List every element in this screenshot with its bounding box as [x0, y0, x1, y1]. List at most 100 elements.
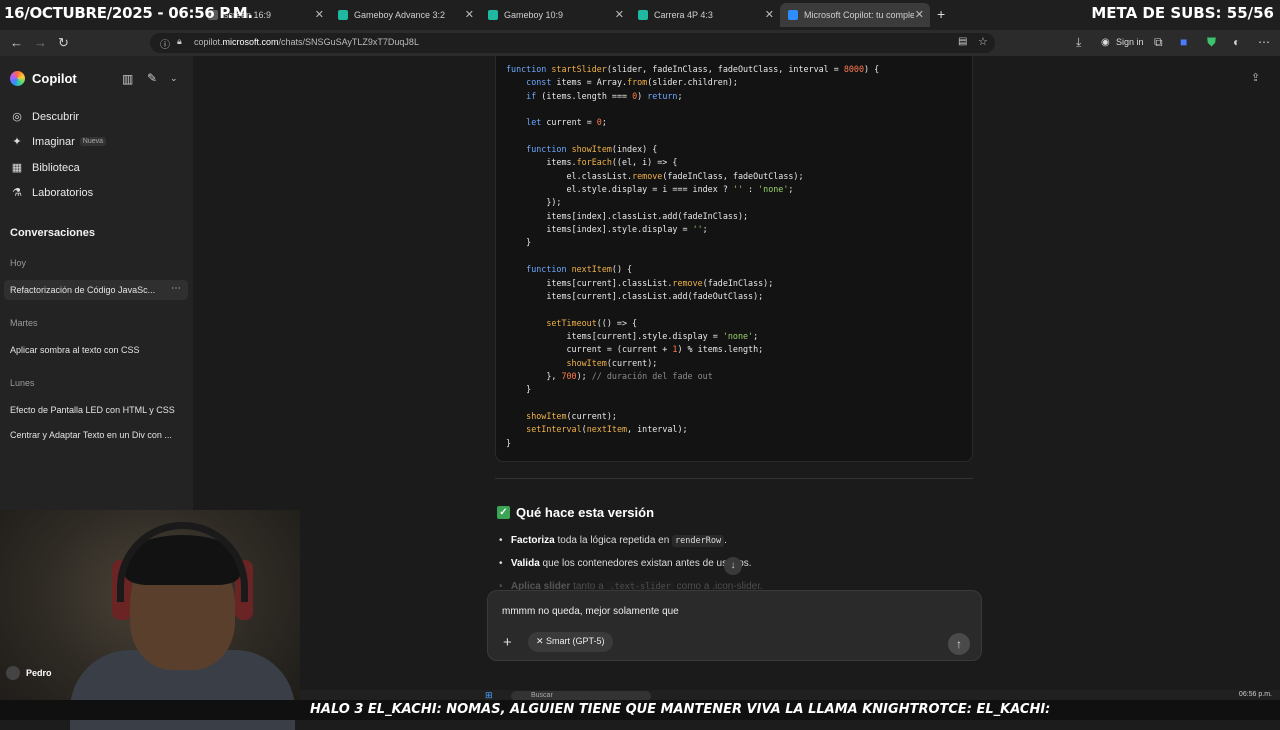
code-line: });	[506, 197, 562, 208]
reload-icon[interactable]: ↻	[58, 35, 69, 51]
more-menu-icon[interactable]: ⋯	[1258, 35, 1270, 49]
stream-chat-ticker: HALO 3 EL_KACHI: NOMAS, ALGUIEN TIENE QU…	[0, 700, 1280, 720]
webcam-overlay: Pedro	[0, 510, 300, 730]
day-label-martes: Martes	[10, 318, 38, 328]
sidebar-item-biblioteca[interactable]: ▦ Biblioteca	[10, 161, 80, 175]
shield-icon[interactable]: ⛊	[1207, 35, 1216, 50]
tab-close-icon[interactable]: ✕	[315, 8, 324, 21]
tab-close-icon[interactable]: ✕	[465, 8, 474, 21]
code-line: function startSlider(slider, fadeInClass…	[506, 64, 880, 74]
site-info-icon[interactable]: ⓘ	[160, 36, 170, 51]
url-host: microsoft.com	[222, 37, 279, 47]
sidebar-item-imaginar[interactable]: ✦ Imaginar Nueva	[10, 135, 107, 148]
tab-label: Gameboy 10:9	[504, 10, 564, 20]
code-line: const items = Array.from(slider.children…	[526, 77, 738, 88]
tab-close-icon[interactable]: ✕	[615, 8, 624, 21]
extension-blue-icon[interactable]: ■	[1180, 35, 1187, 49]
new-tab-button[interactable]: +	[937, 6, 945, 22]
tab-favicon-icon	[488, 10, 498, 20]
profile-icon[interactable]: ◉	[1101, 37, 1110, 48]
forward-icon[interactable]: →	[34, 35, 47, 50]
browser-tab[interactable]: Carrera 4P 4:3 ✕	[630, 3, 780, 27]
response-bullet: • Factoriza toda la lógica repetida en r…	[499, 535, 727, 547]
chip-close-icon[interactable]: ✕	[536, 636, 546, 646]
code-line: }, 700); // duración del fade out	[506, 370, 713, 381]
compass-icon: ◎	[12, 111, 22, 123]
tab-favicon-icon	[788, 10, 798, 20]
model-selector-chip[interactable]: ✕ Smart (GPT-5)	[528, 632, 613, 652]
response-bullet: • Valida que los contenedores existan an…	[499, 558, 752, 569]
check-mark-icon: ✓	[497, 506, 510, 519]
share-icon[interactable]: ⇪	[1251, 71, 1260, 84]
code-line: items[index].classList.add(fadeInClass);	[506, 210, 749, 221]
code-line: el.style.display = i === index ? '' : 'n…	[506, 184, 794, 195]
new-chat-icon[interactable]: ✎	[147, 71, 157, 85]
subs-goal-overlay: META DE SUBS: 55/56	[1091, 4, 1274, 22]
sidebar-user-profile[interactable]: Pedro	[6, 666, 52, 680]
reader-mode-icon[interactable]: ▤	[958, 36, 967, 47]
code-line: items.forEach((el, i) => {	[506, 157, 678, 168]
send-arrow-icon[interactable]: ↑	[948, 633, 970, 655]
copilot-brand[interactable]: Copilot	[10, 71, 77, 86]
stream-date-overlay: 16/OCTUBRE/2025 - 06:56 P.M.	[4, 4, 253, 22]
tab-label: Carrera 4P 4:3	[654, 10, 713, 20]
sidebar-toggle-icon[interactable]: ▥	[122, 72, 133, 86]
extensions-icon[interactable]: ⧉	[1154, 35, 1163, 50]
code-line: items[current].classList.remove(fadeInCl…	[506, 277, 774, 288]
conversation-more-icon[interactable]: ⋯	[171, 283, 181, 294]
day-label-hoy: Hoy	[10, 258, 27, 268]
library-icon: ▦	[11, 162, 23, 174]
browser-tab[interactable]: Gameboy 10:9 ✕	[480, 3, 630, 27]
code-line: function showItem(index) {	[526, 144, 658, 155]
address-bar[interactable]: ⓘ 🔒︎ copilot.microsoft.com/chats/SNSGuSA…	[150, 33, 995, 53]
tab-close-icon[interactable]: ✕	[915, 8, 924, 21]
conversation-item[interactable]: Aplicar sombra al texto con CSS	[10, 345, 140, 355]
chevron-down-icon[interactable]: ⌄	[170, 73, 178, 84]
code-text: function startSlider(slider, fadeInClass…	[506, 63, 879, 450]
favorite-star-icon[interactable]: ☆	[978, 35, 988, 48]
download-icon[interactable]: ⤓	[1076, 35, 1081, 50]
conversation-item[interactable]: Efecto de Pantalla LED con HTML y CSS	[10, 405, 175, 415]
code-line: items[current].classList.add(fadeOutClas…	[506, 290, 764, 301]
back-icon[interactable]: ←	[10, 35, 23, 50]
flask-icon: ⚗	[12, 187, 22, 199]
tab-close-icon[interactable]: ✕	[765, 8, 774, 21]
new-badge: Nueva	[79, 137, 107, 146]
sidebar-item-descubrir[interactable]: ◎ Descubrir	[10, 110, 79, 124]
copilot-toolbar-icon[interactable]: ◐	[1233, 35, 1240, 49]
code-line: }	[506, 437, 512, 448]
message-input[interactable]: mmmm no queda, mejor solamente que	[502, 606, 679, 617]
code-line: current = (current + 1) % items.length;	[506, 344, 764, 355]
code-line: function nextItem() {	[526, 264, 633, 275]
browser-tab[interactable]: Microsoft Copilot: tu compleme✕	[780, 3, 930, 27]
code-block: function startSlider(slider, fadeInClass…	[495, 56, 973, 462]
ticker-text: HALO 3 EL_KACHI: NOMAS, ALGUIEN TIENE QU…	[310, 702, 1051, 717]
tab-favicon-icon	[638, 10, 648, 20]
sign-in-button[interactable]: Sign in	[1116, 37, 1144, 47]
message-composer[interactable]: mmmm no queda, mejor solamente que + ✕ S…	[487, 590, 982, 661]
conversations-heading: Conversaciones	[10, 227, 95, 239]
day-label-lunes: Lunes	[10, 378, 35, 388]
conversation-item[interactable]: Refactorización de Código JavaSc...	[10, 285, 155, 295]
headphone-band	[117, 522, 248, 602]
sidebar-item-laboratorios[interactable]: ⚗ Laboratorios	[10, 186, 93, 200]
browser-tab[interactable]: Gameboy Advance 3:2 ✕	[330, 3, 480, 27]
conversation-item[interactable]: Centrar y Adaptar Texto en un Div con ..…	[10, 430, 172, 440]
add-attachment-icon[interactable]: +	[503, 634, 512, 651]
tab-label: Gameboy Advance 3:2	[354, 10, 446, 20]
code-line: }	[506, 237, 532, 248]
code-line: }	[506, 384, 532, 395]
chat-main-area: ⇪ function startSlider(slider, fadeInCla…	[193, 56, 1280, 690]
lock-icon: 🔒︎	[177, 36, 182, 46]
scroll-down-arrow-icon[interactable]: ↓	[724, 557, 742, 575]
code-line: items[index].style.display = '';	[506, 224, 708, 235]
code-line: setTimeout(() => {	[546, 317, 638, 328]
url-path: /chats/SNSGuSAyTLZ9xT7DuqJ8L	[278, 37, 419, 47]
code-line: showItem(current);	[526, 410, 617, 421]
response-heading: ✓ Qué hace esta versión	[497, 505, 654, 520]
tab-label: Microsoft Copilot: tu compleme	[804, 10, 914, 20]
sparkle-icon: ✦	[12, 136, 22, 148]
code-line: setInterval(nextItem, interval);	[526, 424, 688, 435]
code-line: let current = 0;	[526, 117, 607, 128]
url-prefix: copilot.	[194, 37, 223, 47]
